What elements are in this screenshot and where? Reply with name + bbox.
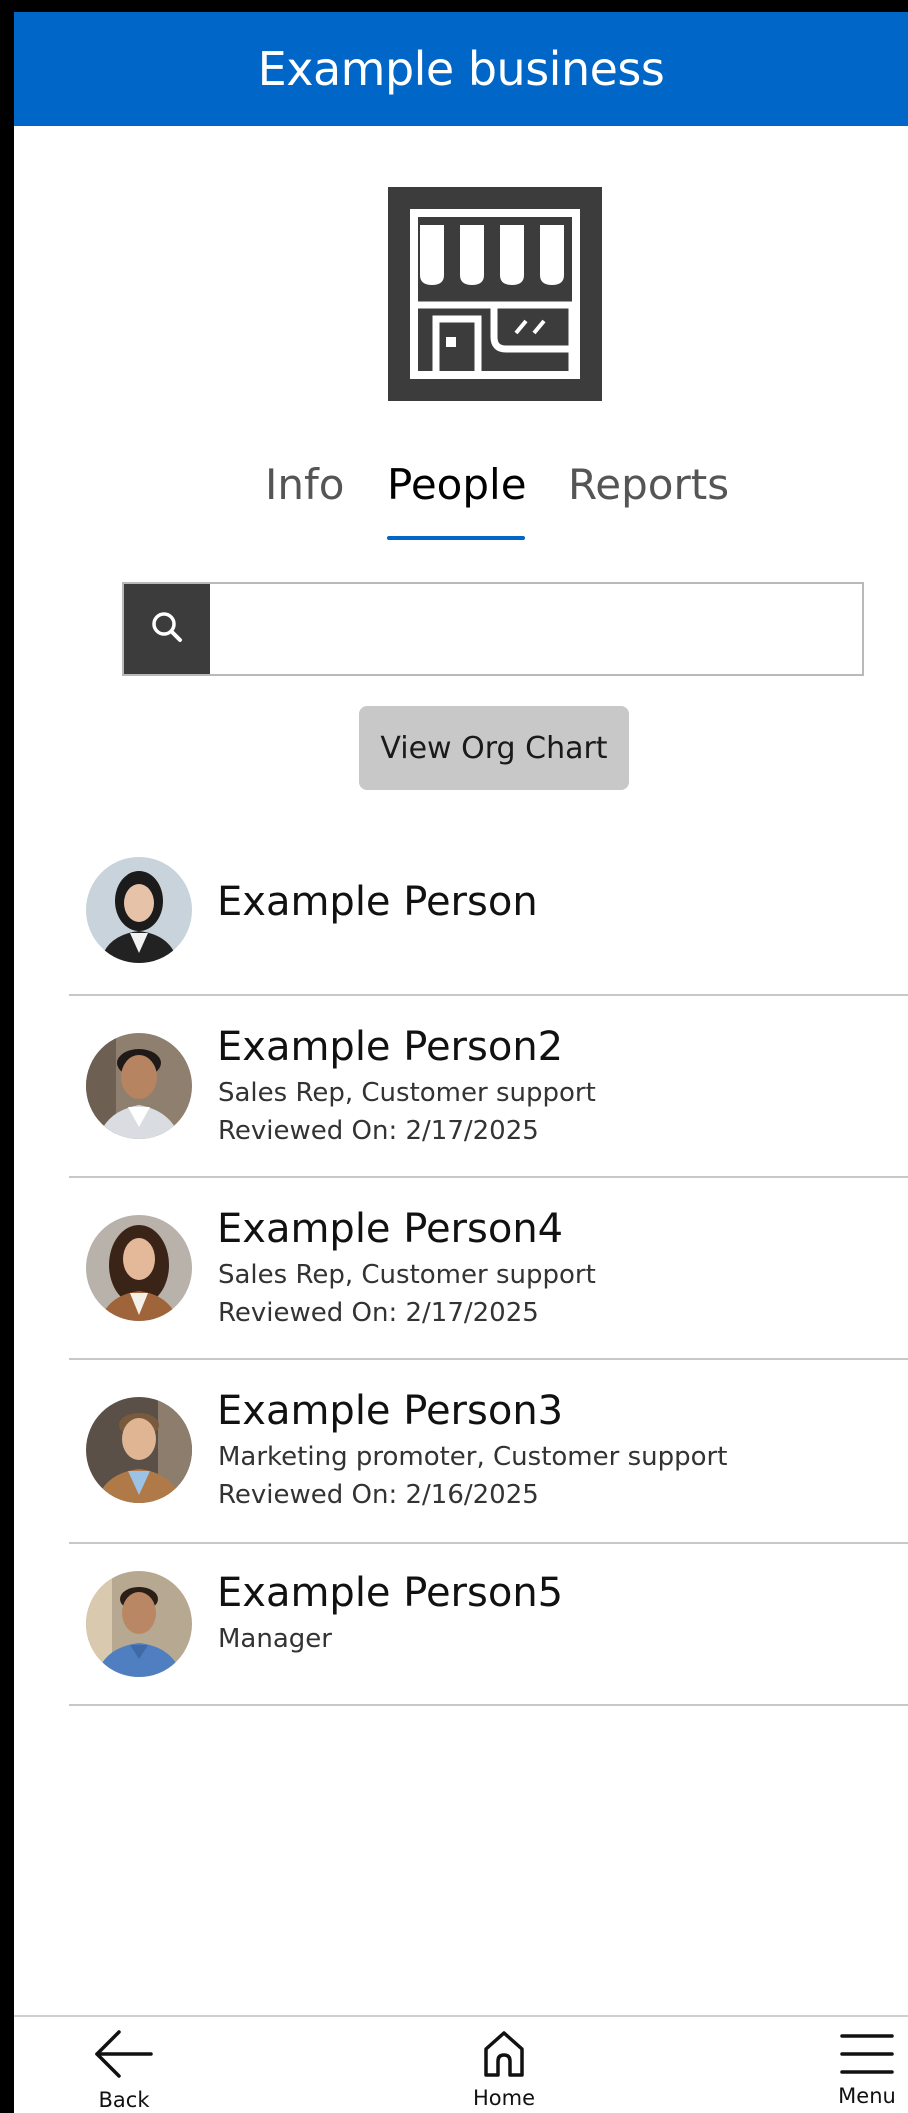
person-name: Example Person [217,879,538,925]
back-button[interactable]: Back [84,2017,164,2113]
storefront-icon [388,187,602,401]
back-label: Back [98,2088,150,2112]
avatar [86,1571,192,1677]
list-item[interactable]: Example Person [69,824,908,996]
avatar [86,857,192,963]
bottom-navigation: Back Home Menu [14,2015,908,2113]
hamburger-menu-icon [839,2031,895,2082]
menu-button[interactable]: Menu [832,2017,902,2113]
avatar [86,1397,192,1503]
person-role: Manager [218,1624,332,1654]
search-box [122,582,864,676]
tab-bar: Info People Reports [14,460,908,540]
home-icon [482,2029,526,2084]
avatar [86,1215,192,1321]
back-arrow-icon [93,2027,155,2086]
search-input[interactable] [212,584,860,674]
person-role: Sales Rep, Customer support [218,1078,596,1108]
menu-label: Menu [838,2084,896,2108]
tab-people[interactable]: People [387,460,527,509]
list-item[interactable]: Example Person5 Manager [69,1544,908,1706]
home-label: Home [472,2086,535,2110]
person-role: Marketing promoter, Customer support [218,1442,728,1472]
page-title: Example business [257,42,665,96]
search-icon [150,610,184,649]
list-item[interactable]: Example Person4 Sales Rep, Customer supp… [69,1178,908,1360]
person-reviewed-date: Reviewed On: 2/17/2025 [218,1116,539,1146]
person-role: Sales Rep, Customer support [218,1260,596,1290]
avatar [86,1033,192,1139]
list-item[interactable]: Example Person2 Sales Rep, Customer supp… [69,996,908,1178]
home-button[interactable]: Home [464,2017,544,2113]
person-name: Example Person5 [217,1570,564,1616]
app-header: Example business [14,12,908,126]
person-reviewed-date: Reviewed On: 2/16/2025 [218,1480,539,1510]
active-tab-indicator [387,536,525,540]
list-item[interactable]: Example Person3 Marketing promoter, Cust… [69,1360,908,1544]
person-name: Example Person4 [217,1206,564,1252]
person-reviewed-date: Reviewed On: 2/17/2025 [218,1298,539,1328]
tab-reports[interactable]: Reports [568,460,729,509]
app-frame: Example business Info People Reports Vie… [14,12,908,2113]
search-button[interactable] [124,584,210,674]
person-name: Example Person2 [217,1024,564,1070]
people-list: Example Person Example Person2 Sales Rep… [69,824,908,1706]
person-name: Example Person3 [217,1388,564,1434]
tab-info[interactable]: Info [265,460,345,509]
view-org-chart-button[interactable]: View Org Chart [359,706,629,790]
